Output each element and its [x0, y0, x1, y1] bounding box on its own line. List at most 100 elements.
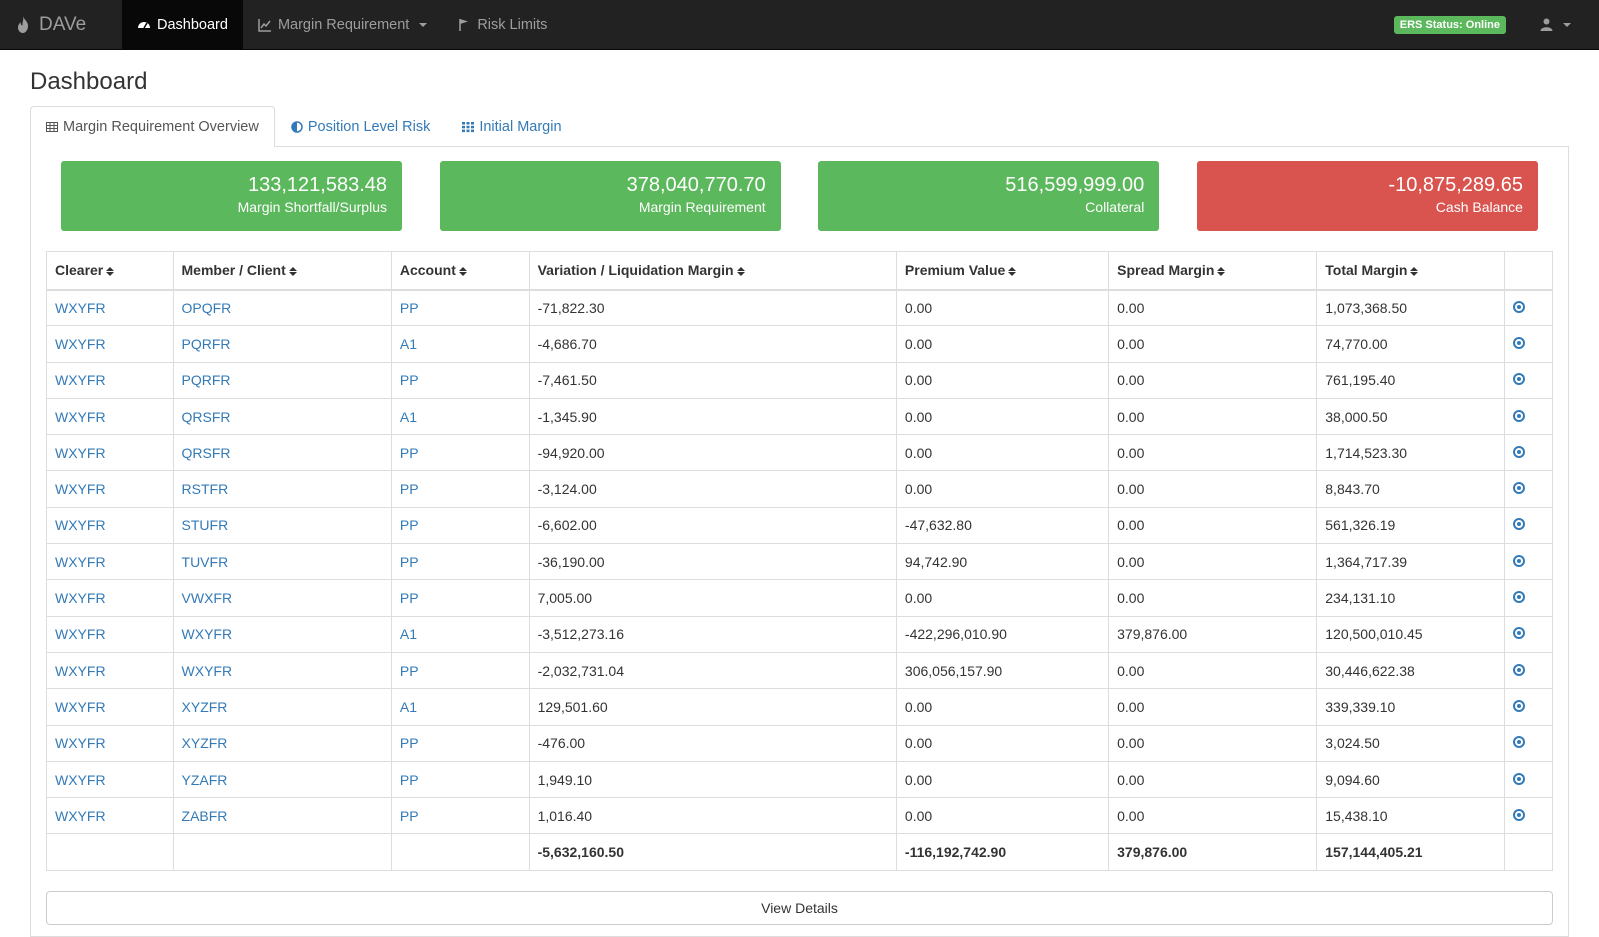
column-header[interactable]: Total Margin: [1316, 251, 1505, 291]
tab-position-level-risk[interactable]: Position Level Risk: [275, 106, 447, 147]
table-cell: -4,686.70: [528, 325, 897, 363]
table-cell: 306,056,157.90: [895, 651, 1110, 690]
eye-icon[interactable]: [1513, 373, 1525, 386]
eye-icon[interactable]: [1513, 772, 1525, 785]
eye-icon[interactable]: [1513, 336, 1525, 349]
eye-icon[interactable]: [1513, 808, 1525, 821]
account-link[interactable]: PP: [400, 554, 419, 570]
clearer-link[interactable]: WXYFR: [55, 372, 106, 388]
sort-icon[interactable]: [1410, 267, 1419, 277]
table-cell: 94,742.90: [895, 543, 1110, 581]
stat-margin-requirement: 378,040,770.70 Margin Requirement: [439, 161, 781, 231]
clearer-link[interactable]: WXYFR: [55, 626, 106, 642]
clearer-link[interactable]: WXYFR: [55, 772, 106, 788]
nav-dashboard[interactable]: Dashboard: [122, 0, 243, 49]
account-link[interactable]: PP: [400, 481, 419, 497]
eye-icon[interactable]: [1513, 518, 1525, 531]
member-link[interactable]: STUFR: [182, 517, 229, 533]
member-link[interactable]: XYZFR: [182, 699, 228, 715]
sort-icon[interactable]: [458, 267, 467, 277]
nav-risk-limits[interactable]: Risk Limits: [442, 0, 562, 49]
clearer-link[interactable]: WXYFR: [55, 554, 106, 570]
eye-icon[interactable]: [1513, 409, 1525, 422]
member-link[interactable]: QRSFR: [182, 445, 231, 461]
clearer-link[interactable]: WXYFR: [55, 590, 106, 606]
eye-icon[interactable]: [1513, 736, 1525, 749]
clearer-link[interactable]: WXYFR: [55, 517, 106, 533]
account-link[interactable]: A1: [400, 336, 417, 352]
member-link[interactable]: OPQFR: [182, 300, 232, 316]
column-header[interactable]: Premium Value: [895, 251, 1110, 291]
member-link[interactable]: XYZFR: [182, 735, 228, 751]
sort-icon[interactable]: [736, 267, 745, 277]
account-link[interactable]: A1: [400, 699, 417, 715]
column-header[interactable]: Member / Client: [172, 251, 392, 291]
member-link[interactable]: WXYFR: [182, 663, 233, 679]
clearer-link[interactable]: WXYFR: [55, 409, 106, 425]
table-cell: 0.00: [895, 397, 1110, 436]
member-link[interactable]: RSTFR: [182, 481, 229, 497]
table-cell: PP: [390, 470, 530, 508]
account-link[interactable]: PP: [400, 517, 419, 533]
column-header[interactable]: Variation / Liquidation Margin: [528, 251, 897, 291]
eye-icon[interactable]: [1513, 445, 1525, 458]
eye-icon[interactable]: [1513, 482, 1525, 495]
sort-icon[interactable]: [1008, 267, 1017, 277]
user-menu[interactable]: [1540, 18, 1599, 31]
member-link[interactable]: YZAFR: [182, 772, 228, 788]
column-header[interactable]: Spread Margin: [1108, 251, 1318, 291]
account-link[interactable]: PP: [400, 590, 419, 606]
tab-margin-requirement-overview[interactable]: Margin Requirement Overview: [30, 106, 275, 147]
eye-icon[interactable]: [1513, 627, 1525, 640]
table-row: WXYFR WXYFR A1 -3,512,273.16 -422,296,010.90…: [46, 615, 1553, 653]
account-link[interactable]: PP: [400, 663, 419, 679]
member-link[interactable]: ZABFR: [182, 808, 228, 824]
eye-icon[interactable]: [1513, 663, 1525, 676]
clearer-link[interactable]: WXYFR: [55, 663, 106, 679]
eye-icon[interactable]: [1513, 554, 1525, 567]
table-icon: [46, 122, 58, 132]
clearer-link[interactable]: WXYFR: [55, 808, 106, 824]
account-link[interactable]: PP: [400, 300, 419, 316]
clearer-link[interactable]: WXYFR: [55, 735, 106, 751]
account-link[interactable]: PP: [400, 808, 419, 824]
table-cell: 0.00: [895, 724, 1110, 762]
clearer-link[interactable]: WXYFR: [55, 445, 106, 461]
clearer-link[interactable]: WXYFR: [55, 481, 106, 497]
eye-icon[interactable]: [1513, 300, 1525, 313]
table-cell: -47,632.80: [895, 506, 1110, 545]
eye-icon[interactable]: [1513, 591, 1525, 604]
member-link[interactable]: TUVFR: [182, 554, 229, 570]
sort-icon[interactable]: [1217, 267, 1226, 277]
account-link[interactable]: PP: [400, 445, 419, 461]
table-cell: WXYFR: [46, 434, 174, 472]
nav-margin-requirement[interactable]: Margin Requirement: [243, 0, 442, 49]
table-row: WXYFR ZABFR PP 1,016.40 0.00 0.00 15,438.10: [46, 797, 1553, 835]
clearer-link[interactable]: WXYFR: [55, 699, 106, 715]
member-link[interactable]: QRSFR: [182, 409, 231, 425]
member-link[interactable]: WXYFR: [182, 626, 233, 642]
table-cell: A1: [390, 325, 530, 363]
account-link[interactable]: PP: [400, 772, 419, 788]
member-link[interactable]: VWXFR: [182, 590, 233, 606]
half-circle-icon: [291, 121, 303, 133]
column-header[interactable]: Clearer: [46, 251, 174, 291]
stat-collateral: 516,599,999.00 Collateral: [818, 161, 1160, 231]
account-link[interactable]: A1: [400, 409, 417, 425]
sort-icon[interactable]: [288, 267, 297, 277]
sort-icon[interactable]: [106, 267, 115, 277]
view-details-button[interactable]: View Details: [46, 890, 1553, 925]
account-link[interactable]: A1: [400, 626, 417, 642]
account-link[interactable]: PP: [400, 735, 419, 751]
brand[interactable]: DAVe: [0, 0, 122, 49]
member-link[interactable]: PQRFR: [182, 336, 231, 352]
column-header[interactable]: Account: [390, 251, 530, 291]
table-cell: PP: [390, 288, 530, 327]
clearer-link[interactable]: WXYFR: [55, 300, 106, 316]
account-link[interactable]: PP: [400, 372, 419, 388]
eye-icon[interactable]: [1513, 699, 1525, 712]
tab-initial-margin[interactable]: Initial Margin: [446, 106, 577, 147]
clearer-link[interactable]: WXYFR: [55, 336, 106, 352]
table-cell: 74,770.00: [1316, 325, 1505, 363]
member-link[interactable]: PQRFR: [182, 372, 231, 388]
